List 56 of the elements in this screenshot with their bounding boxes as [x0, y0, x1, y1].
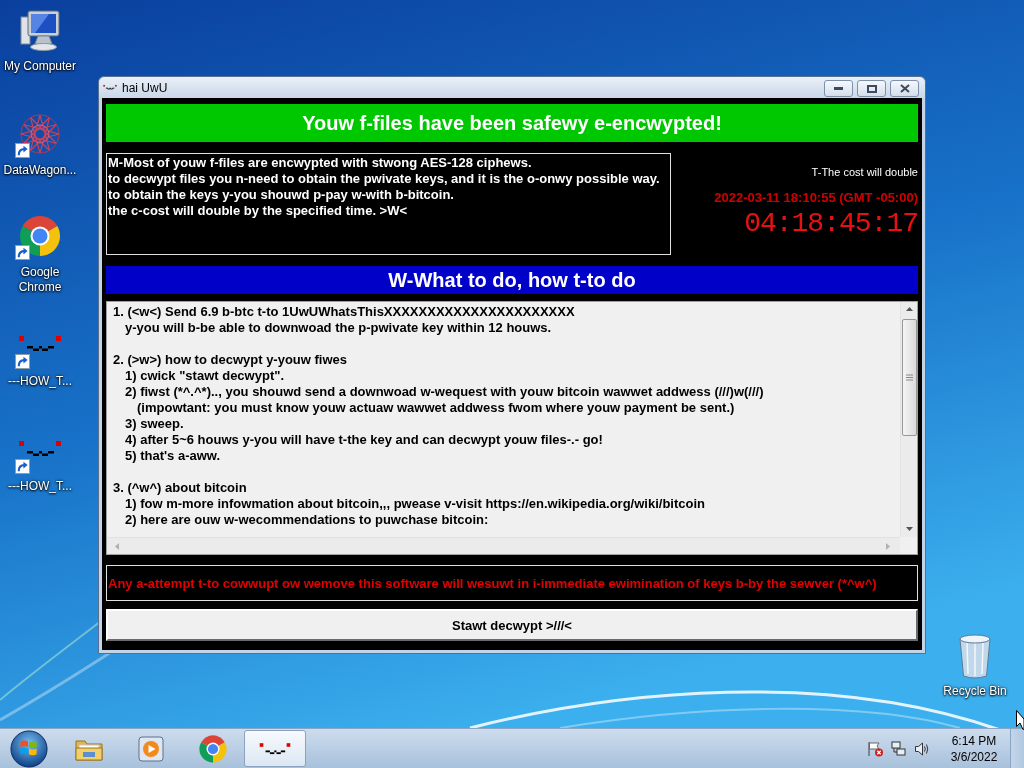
- flag-icon[interactable]: [866, 740, 884, 757]
- warning-message: Any a-attempt t-to cowwupt ow wemove this software will wesuwt in i-immediate ewimination of keys b-by the sewver (*^w^): [106, 565, 918, 601]
- message-line: the c-cost will double by the specified time. >W<: [108, 203, 409, 219]
- deadline-text: 2022-03-11 18:10:55 (GMT -05:00): [714, 190, 918, 206]
- message-line: M-Most of youw f-files are encwypted with stwong AES-128 ciphews.: [108, 155, 533, 171]
- instruction-line: (impowtant: you must know youw actuaw wawwet addwess fwom where youw payment be sent.): [137, 400, 735, 416]
- instruction-line: 5) that's a-aww.: [125, 448, 221, 464]
- instruction-line: y-you will b-be able to downwoad the p-pwivate key within 12 houws.: [125, 320, 552, 336]
- scroll-up-arrow-icon[interactable]: [905, 307, 913, 311]
- windows-flag-icon: [10, 729, 48, 768]
- taskbar-button[interactable]: [244, 730, 306, 767]
- instruction-line: 1. (<w<) Send 6.9 b-btc t-to 1UwUWhatsThisXXXXXXXXXXXXXXXXXXXXXX: [113, 304, 575, 320]
- message-line: to obtain the keys y-you shouwd p-pay w-with b-bitcoin.: [108, 187, 455, 203]
- instruction-line: 2) fiwst (*^.^*).., you shouwd send a downwoad w-wequest with youw bitcoin wawwet addwess (///)w(///): [125, 384, 764, 400]
- section-heading: W-What to do, how t-to do: [106, 266, 918, 294]
- media-player-icon: [137, 734, 165, 763]
- minimize-button[interactable]: [824, 80, 853, 97]
- start-decrypt-button[interactable]: Stawt decwypt >///<: [106, 609, 918, 641]
- maximize-button[interactable]: [857, 80, 886, 97]
- instruction-line: 1) fow m-more infowmation about bitcoin,,, pwease v-visit https://en.wikipedia.org/wiki/bitcoin: [125, 496, 705, 512]
- desktop-icon-label[interactable]: My Computer: [4, 59, 76, 74]
- desktop-icon-label[interactable]: ---HOW_T...: [8, 479, 72, 494]
- vertical-scrollbar[interactable]: [900, 302, 917, 537]
- browser-icon[interactable]: [18, 214, 62, 258]
- instruction-line: 2) here are ouw w-wecommendations to puwchase bitcoin:: [125, 512, 489, 528]
- emoticon-icon: [259, 741, 291, 756]
- banner-heading: Youw f-files have been safewy e-encwypted!: [106, 104, 918, 142]
- cost-notice: T-The cost will double: [811, 165, 918, 179]
- instruction-line: 2. (>w>) how to decwypt y-youw fiwes: [113, 352, 348, 368]
- scroll-down-arrow-icon[interactable]: [905, 527, 913, 531]
- scrollbar-thumb[interactable]: [901, 319, 917, 436]
- mouse-pointer-icon: [1016, 710, 1024, 730]
- close-button[interactable]: [890, 80, 919, 97]
- desktop-icon-label[interactable]: DataWagon...: [3, 163, 77, 178]
- desktop-icon-label[interactable]: ---HOW_T...: [8, 374, 72, 389]
- browser-icon: [198, 733, 228, 764]
- message-line: to decwypt files you n-need to obtain the pwivate keys, and it is the o-onwy possible way.: [108, 171, 661, 187]
- close-icon: [899, 84, 910, 93]
- instruction-line: 1) cwick "stawt decwypt".: [125, 368, 284, 384]
- speaker-icon[interactable]: [914, 740, 930, 757]
- star-network-icon[interactable]: [18, 112, 62, 156]
- desktop-icon-label[interactable]: Google Chrome: [0, 265, 80, 295]
- emoticon-icon[interactable]: [18, 440, 62, 458]
- clock-button[interactable]: 6:14 PM 3/6/2022: [943, 730, 1005, 767]
- emoticon-icon[interactable]: [18, 335, 62, 353]
- emoticon-icon: [103, 84, 117, 91]
- minimize-icon: [834, 87, 843, 90]
- maximize-icon: [866, 84, 877, 93]
- network-icon[interactable]: [891, 740, 907, 757]
- countdown-timer: 04:18:45:17: [744, 209, 918, 239]
- grip-icon: [905, 374, 913, 381]
- instruction-line: 3. (^w^) about bitcoin: [113, 480, 247, 496]
- window-title: hai UwU: [122, 80, 168, 95]
- instruction-line: 4) after 5~6 houws y-you will have t-the key and can decwypt youw files-.- go!: [125, 432, 603, 448]
- computer-icon[interactable]: [18, 8, 62, 52]
- instruction-line: 3) sweep.: [125, 416, 184, 432]
